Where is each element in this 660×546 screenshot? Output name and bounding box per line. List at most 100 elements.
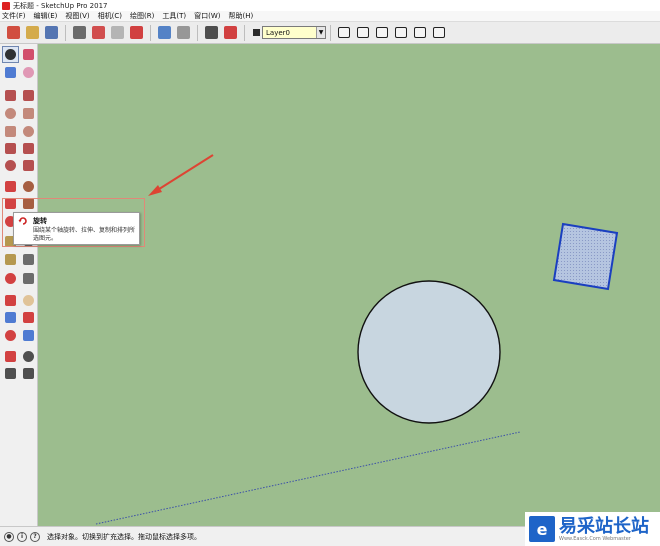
arrow-cursor-icon [5,49,16,60]
tool-palette [0,44,38,526]
layer-dropdown[interactable]: Layer0 ▼ [262,26,326,39]
look-around-eye-icon [23,351,34,362]
menu-item[interactable]: 绘图(R) [130,11,154,21]
front-view-button[interactable] [373,24,391,42]
paste-icon [110,26,124,39]
new-file-button[interactable] [4,24,22,42]
toolbar-separator [150,24,151,41]
save-disk-button[interactable] [42,24,60,42]
pie-tool[interactable] [21,158,36,173]
arc-icon [5,143,16,154]
three-point-arc-icon [5,160,16,171]
pencil-line-icon [5,90,16,101]
circle-tool[interactable] [3,124,18,139]
selected-square-face[interactable] [552,222,619,291]
paint-bucket-tool[interactable] [3,65,18,80]
iso-view-button[interactable] [335,24,353,42]
menu-item[interactable]: 视图(V) [65,11,89,21]
copy-button[interactable] [89,24,107,42]
protractor-icon [5,254,16,265]
3d-text-icon [23,273,34,284]
zoom-tool[interactable] [3,310,18,325]
left-view-button[interactable] [430,24,448,42]
zoom-window-tool[interactable] [21,310,36,325]
right-view-icon [395,27,407,38]
cut-scissors-button[interactable] [70,24,88,42]
paste-button[interactable] [108,24,126,42]
eraser-tool[interactable] [21,65,36,80]
open-folder-icon [25,26,39,39]
move-tool[interactable] [3,179,18,194]
instructor-help-icon[interactable]: ? [30,531,40,542]
walk-footprints-icon [5,368,16,379]
standard-toolbar [4,24,240,42]
drawing-canvas[interactable] [38,44,660,526]
right-view-button[interactable] [392,24,410,42]
position-camera-icon [5,351,16,362]
scene-svg [95,154,619,525]
push-pull-tool[interactable] [21,179,36,194]
back-view-button[interactable] [411,24,429,42]
pan-tool[interactable] [21,293,36,308]
select-tool[interactable] [2,46,19,63]
look-around-tool[interactable] [21,349,36,364]
redo-button[interactable] [174,24,192,42]
previous-view-icon [23,330,34,341]
geo-location-icon[interactable]: ● [4,531,14,542]
sketchup-window: 无标题 - SketchUp Pro 2017 文件(F) 编辑(E) 视图(V) 相… [0,0,660,546]
menu-item[interactable]: 窗口(W) [194,11,220,21]
info-icon[interactable]: i [17,531,27,542]
zoom-magnifier-icon [5,312,16,323]
rectangle-icon [5,108,16,119]
left-view-icon [433,27,445,38]
paint-bucket-icon [5,67,16,78]
protractor-tool[interactable] [3,252,18,267]
orbit-icon [5,295,16,306]
model-info-button[interactable] [221,24,239,42]
menu-item[interactable]: 编辑(E) [34,11,58,21]
walk-tool[interactable] [3,366,18,381]
menu-item[interactable]: 工具(T) [162,11,186,21]
undo-button[interactable] [155,24,173,42]
menu-item[interactable]: 帮助(H) [228,11,253,21]
erase-delete-button[interactable] [127,24,145,42]
layer-selector[interactable]: Layer0 ▼ [253,26,326,40]
drawn-circle-face[interactable] [357,280,501,424]
two-point-arc-tool[interactable] [21,141,36,156]
rotated-rectangle-tool[interactable] [21,106,36,121]
print-button[interactable] [202,24,220,42]
zoom-extents-tool[interactable] [3,328,18,343]
line-tool[interactable] [3,88,18,103]
orbit-tool[interactable] [3,293,18,308]
open-folder-button[interactable] [23,24,41,42]
watermark-text: 易采站长站 Www.Easck.Com Webmaster [559,517,649,542]
menu-item[interactable]: 相机(C) [98,11,122,21]
text-tool[interactable] [21,252,36,267]
menu-item[interactable]: 文件(F) [2,11,26,21]
redo-icon [176,26,190,39]
section-plane-tool[interactable] [21,366,36,381]
axes-tool[interactable] [3,271,18,286]
watermark-logo: e [529,516,555,542]
rotate-icon [18,217,27,225]
freehand-tool[interactable] [21,88,36,103]
three-point-arc-tool[interactable] [3,158,18,173]
toolbar-separator [330,24,331,41]
ground-axis-line [95,431,521,525]
rectangle-tool[interactable] [3,106,18,121]
pan-hand-icon [23,295,34,306]
arc-tool[interactable] [3,141,18,156]
site-watermark: e 易采站长站 Www.Easck.Com Webmaster [525,512,660,546]
two-point-arc-icon [23,143,34,154]
axes-icon [5,273,16,284]
previous-view-tool[interactable] [21,328,36,343]
position-camera-tool[interactable] [3,349,18,364]
save-disk-icon [44,26,58,39]
back-view-icon [414,27,426,38]
toolbar-separator [65,24,66,41]
polygon-tool[interactable] [21,124,36,139]
3d-text-tool[interactable] [21,271,36,286]
top-view-button[interactable] [354,24,372,42]
chevron-down-icon[interactable]: ▼ [316,27,325,38]
make-component-tool[interactable] [21,47,36,62]
